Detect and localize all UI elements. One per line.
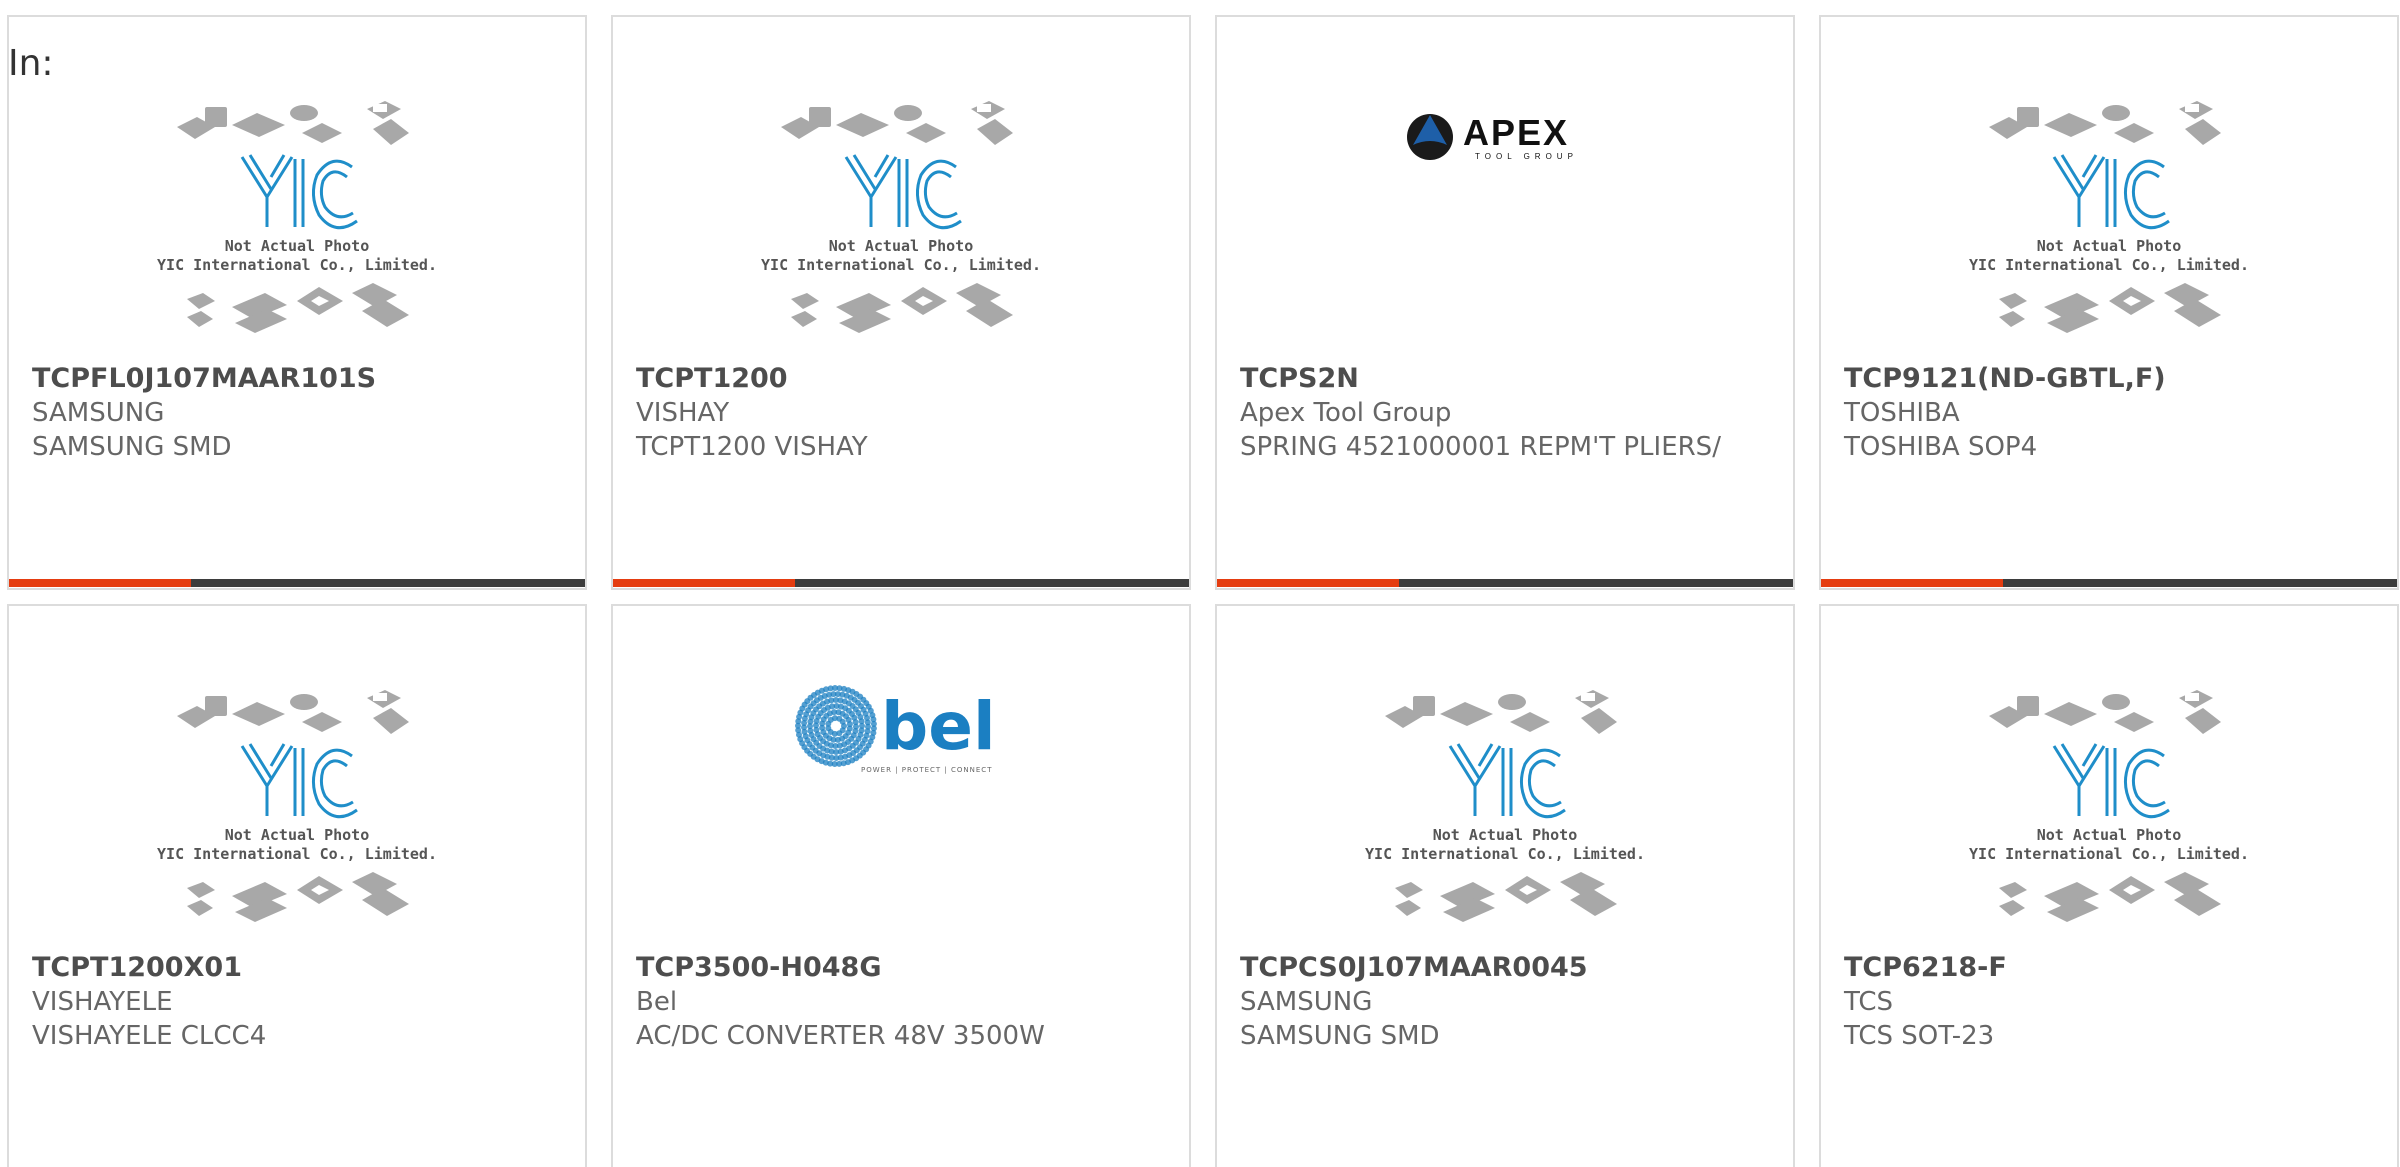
photo-caption-line1: Not Actual Photo <box>1432 826 1578 844</box>
product-card[interactable]: bel POWER | PROTECT | CONNECT TCP3500-H0… <box>611 604 1191 1167</box>
product-info: TCPT1200X01 VISHAYELE VISHAYELE CLCC4 <box>32 950 565 1053</box>
product-image[interactable]: Not Actual Photo YIC International Co., … <box>613 97 1189 365</box>
product-card[interactable]: Not Actual Photo YIC International Co., … <box>7 604 587 1167</box>
photo-caption-line2: YIC International Co., Limited. <box>1969 256 2249 274</box>
photo-caption-line1: Not Actual Photo <box>2036 237 2182 255</box>
product-info: TCPS2N Apex Tool Group SPRING 4521000001… <box>1240 361 1773 464</box>
product-card[interactable]: Not Actual Photo YIC International Co., … <box>611 15 1191 590</box>
product-image[interactable]: Not Actual Photo YIC International Co., … <box>1217 686 1793 954</box>
product-description: TCPT1200 VISHAY <box>636 432 868 462</box>
product-card[interactable]: Not Actual Photo YIC International Co., … <box>1819 604 2399 1167</box>
yic-placeholder-image <box>177 101 409 333</box>
product-image[interactable]: Not Actual Photo YIC International Co., … <box>9 97 585 365</box>
yic-placeholder-image <box>1989 101 2221 333</box>
product-card[interactable]: APEX TOOL GROUP TCPS2N Apex Tool Group S… <box>1215 15 1795 590</box>
part-number[interactable]: TCPT1200 <box>636 361 1169 396</box>
svg-text:APEX: APEX <box>1463 112 1569 153</box>
photo-caption: Not Actual Photo YIC International Co., … <box>9 237 585 275</box>
svg-text:bel: bel <box>881 688 996 765</box>
svg-text:POWER | PROTECT | CONNECT: POWER | PROTECT | CONNECT <box>861 766 992 774</box>
photo-caption: Not Actual Photo YIC International Co., … <box>9 826 585 864</box>
photo-caption-line2: YIC International Co., Limited. <box>157 845 437 863</box>
product-description: VISHAYELE CLCC4 <box>32 1021 267 1051</box>
product-image[interactable]: APEX TOOL GROUP <box>1217 67 1793 335</box>
yic-placeholder-image <box>177 690 409 922</box>
product-grid-page: In: Not Actual Photo YIC International C… <box>0 0 2400 1167</box>
brand-name: TCS <box>1844 987 1894 1017</box>
card-accent-bar <box>613 579 1189 587</box>
product-description: TOSHIBA SOP4 <box>1844 432 2038 462</box>
brand-name: VISHAYELE <box>32 987 173 1017</box>
product-image[interactable]: Not Actual Photo YIC International Co., … <box>1821 686 2397 954</box>
product-info: TCPT1200 VISHAY TCPT1200 VISHAY <box>636 361 1169 464</box>
part-number[interactable]: TCPS2N <box>1240 361 1773 396</box>
photo-caption-line1: Not Actual Photo <box>224 237 370 255</box>
product-info: TCPCS0J107MAAR0045 SAMSUNG SAMSUNG SMD <box>1240 950 1773 1053</box>
part-number[interactable]: TCPCS0J107MAAR0045 <box>1240 950 1773 985</box>
brand-name: VISHAY <box>636 398 730 428</box>
photo-caption-line1: Not Actual Photo <box>2036 826 2182 844</box>
brand-name: Apex Tool Group <box>1240 398 1452 428</box>
product-description: SAMSUNG SMD <box>32 432 232 462</box>
yic-placeholder-image <box>1989 690 2221 922</box>
part-number[interactable]: TCPT1200X01 <box>32 950 565 985</box>
photo-caption-line2: YIC International Co., Limited. <box>1969 845 2249 863</box>
photo-caption-line2: YIC International Co., Limited. <box>761 256 1041 274</box>
part-number[interactable]: TCP6218-F <box>1844 950 2377 985</box>
apex-logo-image: APEX TOOL GROUP <box>1407 112 1578 161</box>
brand-name: SAMSUNG <box>1240 987 1373 1017</box>
card-accent-bar <box>1821 579 2397 587</box>
brand-name: TOSHIBA <box>1844 398 1960 428</box>
photo-caption: Not Actual Photo YIC International Co., … <box>1217 826 1793 864</box>
photo-caption-line2: YIC International Co., Limited. <box>1365 845 1645 863</box>
bel-logo-image: bel POWER | PROTECT | CONNECT <box>795 685 996 774</box>
product-description: AC/DC CONVERTER 48V 3500W <box>636 1021 1045 1051</box>
product-card[interactable]: Not Actual Photo YIC International Co., … <box>1819 15 2399 590</box>
photo-caption: Not Actual Photo YIC International Co., … <box>613 237 1189 275</box>
product-card[interactable]: Not Actual Photo YIC International Co., … <box>1215 604 1795 1167</box>
part-number[interactable]: TCP3500-H048G <box>636 950 1169 985</box>
product-description: SAMSUNG SMD <box>1240 1021 1440 1051</box>
product-image[interactable]: Not Actual Photo YIC International Co., … <box>1821 97 2397 365</box>
brand-name: SAMSUNG <box>32 398 165 428</box>
card-accent-bar <box>1217 579 1793 587</box>
part-number[interactable]: TCP9121(ND-GBTL,F) <box>1844 361 2377 396</box>
brand-name: Bel <box>636 987 678 1017</box>
part-number[interactable]: TCPFL0J107MAAR101S <box>32 361 565 396</box>
product-description: SPRING 4521000001 REPM'T PLIERS/ <box>1240 432 1721 462</box>
product-info: TCP6218-F TCS TCS SOT-23 <box>1844 950 2377 1053</box>
product-info: TCP3500-H048G Bel AC/DC CONVERTER 48V 35… <box>636 950 1169 1053</box>
card-accent-bar <box>9 579 585 587</box>
photo-caption: Not Actual Photo YIC International Co., … <box>1821 826 2397 864</box>
product-image[interactable]: bel POWER | PROTECT | CONNECT <box>613 656 1189 924</box>
filter-label: In: <box>8 43 54 84</box>
product-info: TCPFL0J107MAAR101S SAMSUNG SAMSUNG SMD <box>32 361 565 464</box>
photo-caption: Not Actual Photo YIC International Co., … <box>1821 237 2397 275</box>
yic-placeholder-image <box>1385 690 1617 922</box>
yic-placeholder-image <box>781 101 1013 333</box>
photo-caption-line1: Not Actual Photo <box>224 826 370 844</box>
product-info: TCP9121(ND-GBTL,F) TOSHIBA TOSHIBA SOP4 <box>1844 361 2377 464</box>
product-card[interactable]: Not Actual Photo YIC International Co., … <box>7 15 587 590</box>
product-description: TCS SOT-23 <box>1844 1021 1995 1051</box>
svg-text:TOOL GROUP: TOOL GROUP <box>1475 152 1578 161</box>
photo-caption-line1: Not Actual Photo <box>828 237 974 255</box>
photo-caption-line2: YIC International Co., Limited. <box>157 256 437 274</box>
product-image[interactable]: Not Actual Photo YIC International Co., … <box>9 686 585 954</box>
